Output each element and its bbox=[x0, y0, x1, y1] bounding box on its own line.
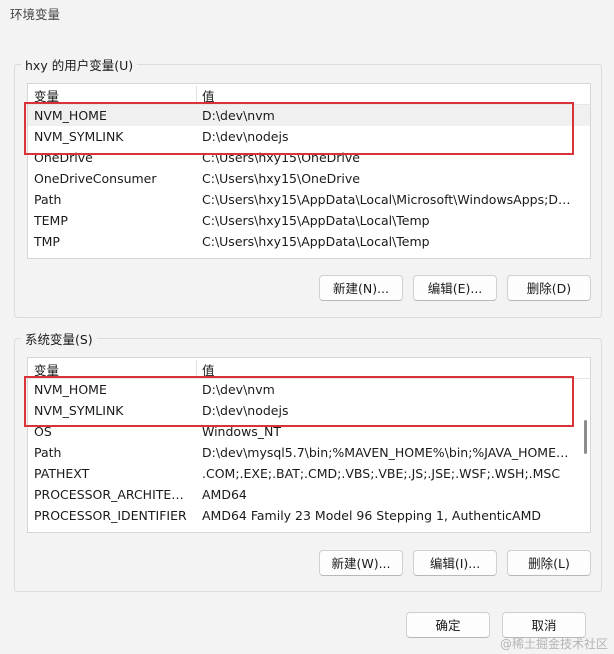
row-value: .COM;.EXE;.BAT;.CMD;.VBS;.VBE;.JS;.JSE;.… bbox=[202, 466, 561, 481]
row-variable: PATHEXT bbox=[34, 466, 90, 481]
highlight-box bbox=[24, 376, 574, 427]
column-divider[interactable] bbox=[196, 86, 197, 102]
user-delete-button[interactable]: 删除(D) bbox=[507, 275, 591, 301]
table-row[interactable]: PROCESSOR_IDENTIFIER AMD64 Family 23 Mod… bbox=[28, 505, 590, 526]
row-variable: TEMP bbox=[34, 213, 68, 228]
row-variable: Path bbox=[34, 192, 62, 207]
table-row[interactable]: Path C:\Users\hxy15\AppData\Local\Micros… bbox=[28, 189, 590, 210]
system-edit-button[interactable]: 编辑(I)... bbox=[413, 550, 497, 576]
row-variable: PROCESSOR_ARCHITECT... bbox=[34, 487, 192, 502]
row-variable: TMP bbox=[34, 234, 60, 249]
row-value: C:\Users\hxy15\AppData\Local\Temp bbox=[202, 234, 430, 249]
system-new-button[interactable]: 新建(W)... bbox=[319, 550, 403, 576]
user-new-button[interactable]: 新建(N)... bbox=[319, 275, 403, 301]
row-value: D:\dev\mysql5.7\bin;%MAVEN_HOME%\bin;%JA… bbox=[202, 445, 572, 460]
row-variable: Path bbox=[34, 445, 62, 460]
watermark: @稀土掘金技术社区 bbox=[499, 637, 608, 651]
row-value: AMD64 bbox=[202, 487, 247, 502]
user-variables-label: hxy 的用户变量(U) bbox=[21, 55, 138, 74]
row-value: AMD64 Family 23 Model 96 Stepping 1, Aut… bbox=[202, 508, 542, 523]
column-divider[interactable] bbox=[196, 360, 197, 376]
row-variable: PROCESSOR_IDENTIFIER bbox=[34, 508, 187, 523]
window-title: 环境变量 bbox=[10, 7, 61, 22]
row-variable: OneDriveConsumer bbox=[34, 171, 157, 186]
table-row[interactable]: TMP C:\Users\hxy15\AppData\Local\Temp bbox=[28, 231, 590, 252]
user-edit-button[interactable]: 编辑(E)... bbox=[413, 275, 497, 301]
vertical-scrollbar[interactable] bbox=[584, 420, 587, 454]
table-row[interactable]: Path D:\dev\mysql5.7\bin;%MAVEN_HOME%\bi… bbox=[28, 442, 590, 463]
row-value: C:\Users\hxy15\AppData\Local\Microsoft\W… bbox=[202, 192, 572, 207]
table-row[interactable]: TEMP C:\Users\hxy15\AppData\Local\Temp bbox=[28, 210, 590, 231]
ok-button[interactable]: 确定 bbox=[406, 612, 490, 638]
highlight-box bbox=[24, 102, 574, 155]
table-row[interactable]: OneDriveConsumer C:\Users\hxy15\OneDrive bbox=[28, 168, 590, 189]
row-value: C:\Users\hxy15\AppData\Local\Temp bbox=[202, 213, 430, 228]
row-value: C:\Users\hxy15\OneDrive bbox=[202, 171, 360, 186]
table-row[interactable]: PROCESSOR_ARCHITECT... AMD64 bbox=[28, 484, 590, 505]
system-variables-label: 系统变量(S) bbox=[21, 329, 97, 348]
table-row[interactable]: PATHEXT .COM;.EXE;.BAT;.CMD;.VBS;.VBE;.J… bbox=[28, 463, 590, 484]
system-delete-button[interactable]: 删除(L) bbox=[507, 550, 591, 576]
